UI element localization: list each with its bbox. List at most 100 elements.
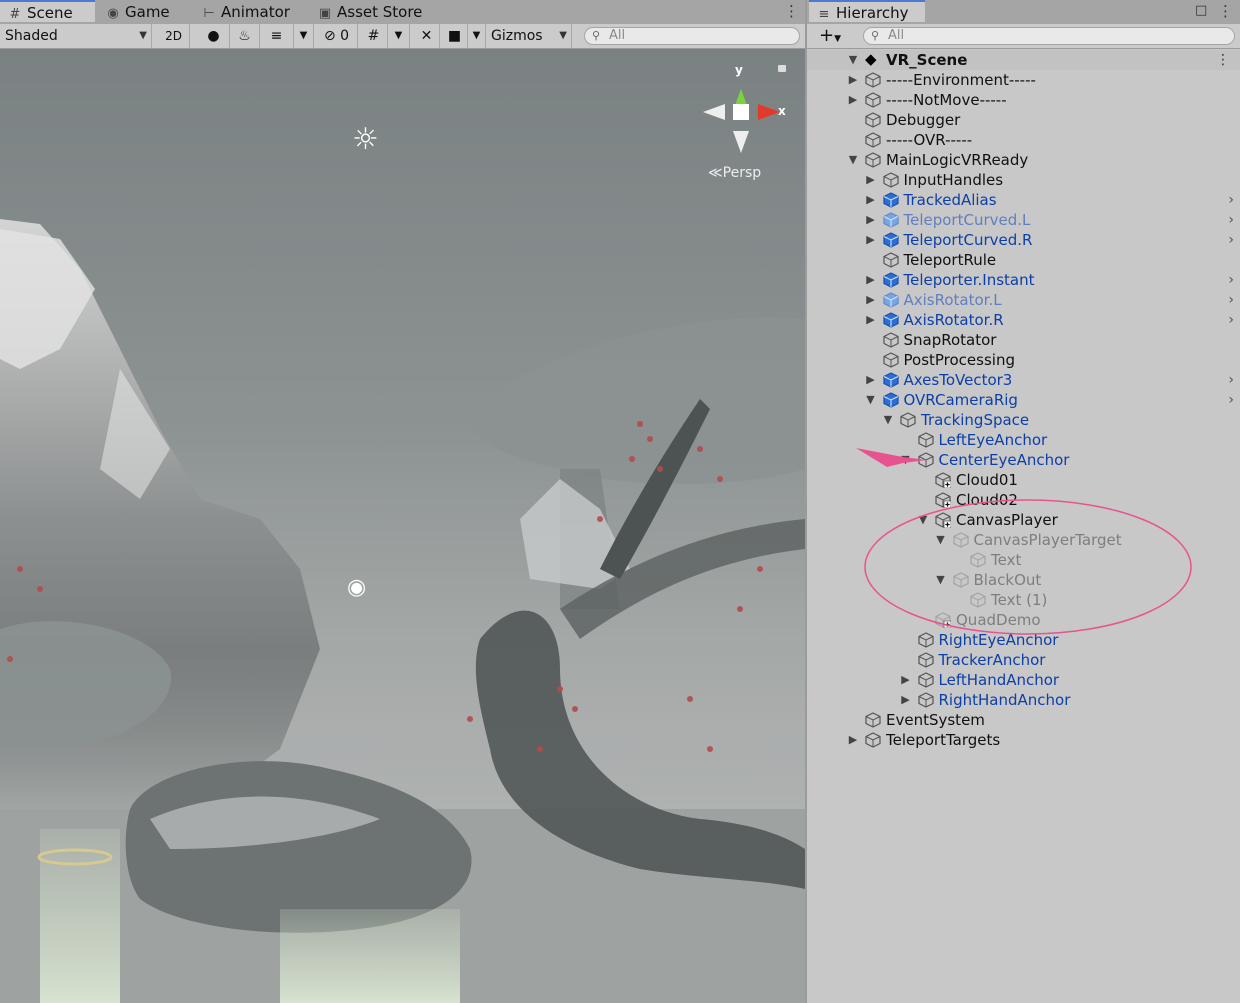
gizmo-lock-icon[interactable]: [778, 65, 786, 72]
collapse-arrow-icon[interactable]: ▶: [865, 370, 877, 390]
hierarchy-item[interactable]: TrackerAnchor: [807, 650, 1240, 670]
grid-dropdown-button[interactable]: ▼: [388, 24, 410, 48]
sun-icon[interactable]: ☼: [352, 122, 379, 157]
hierarchy-item[interactable]: Cloud01: [807, 470, 1240, 490]
hierarchy-item[interactable]: ▼ CanvasPlayerTarget: [807, 530, 1240, 550]
expand-arrow-icon[interactable]: ▼: [900, 450, 912, 470]
shading-mode-dropdown[interactable]: Shaded ▼: [0, 24, 152, 48]
hierarchy-item[interactable]: SnapRotator: [807, 330, 1240, 350]
collapse-arrow-icon[interactable]: ▶: [865, 210, 877, 230]
gizmos-dropdown[interactable]: Gizmos ▼: [488, 24, 572, 48]
hierarchy-item[interactable]: ▶ InputHandles: [807, 170, 1240, 190]
expand-arrow-icon[interactable]: ▼: [847, 150, 859, 170]
chevron-right-icon[interactable]: ›: [1228, 370, 1234, 390]
gizmo-y-label[interactable]: y: [735, 63, 743, 77]
hierarchy-item[interactable]: RightEyeAnchor: [807, 630, 1240, 650]
hierarchy-item[interactable]: TeleportRule: [807, 250, 1240, 270]
hierarchy-search-input[interactable]: ⚲ All: [863, 27, 1235, 45]
chevron-right-icon[interactable]: ›: [1228, 290, 1234, 310]
gameobject-cube-icon: [935, 612, 952, 629]
hierarchy-item[interactable]: ▶ AxisRotator.R ›: [807, 310, 1240, 330]
hierarchy-item[interactable]: ▶ AxisRotator.L ›: [807, 290, 1240, 310]
hierarchy-item[interactable]: ▼ CanvasPlayer: [807, 510, 1240, 530]
hierarchy-item[interactable]: ▶ TeleportCurved.R ›: [807, 230, 1240, 250]
scene-viewport[interactable]: y x ≪Persp ☼ ◉: [0, 49, 805, 1003]
create-button[interactable]: +▼: [811, 24, 849, 48]
chevron-right-icon[interactable]: ›: [1228, 390, 1234, 410]
tab-scene[interactable]: # Scene: [0, 0, 95, 22]
scene-search-input[interactable]: ⚲ All: [584, 27, 800, 45]
grid-toggle-button[interactable]: #: [360, 24, 388, 48]
collapse-arrow-icon[interactable]: ▶: [900, 670, 912, 690]
more-options-icon[interactable]: ⋮: [784, 2, 799, 20]
more-options-icon[interactable]: ⋮: [1216, 50, 1230, 70]
hierarchy-item[interactable]: ▶ TrackedAlias ›: [807, 190, 1240, 210]
tab-asset-store[interactable]: ▣ Asset Store: [316, 0, 423, 24]
collapse-arrow-icon[interactable]: ▶: [847, 90, 859, 110]
hierarchy-item[interactable]: Text: [807, 550, 1240, 570]
scene-visibility-toggle[interactable]: ⊘ 0: [316, 24, 358, 48]
hierarchy-item[interactable]: Cloud02: [807, 490, 1240, 510]
hierarchy-item[interactable]: ▶ -----NotMove-----: [807, 90, 1240, 110]
camera-icon[interactable]: ◉: [347, 575, 366, 600]
hierarchy-item[interactable]: EventSystem: [807, 710, 1240, 730]
collapse-arrow-icon[interactable]: ▶: [847, 70, 859, 90]
hierarchy-item[interactable]: ▶ LeftHandAnchor: [807, 670, 1240, 690]
effects-toggle-button[interactable]: ≡: [260, 24, 294, 48]
projection-toggle[interactable]: ≪Persp: [708, 165, 761, 181]
hierarchy-item[interactable]: LeftEyeAnchor: [807, 430, 1240, 450]
hierarchy-item[interactable]: PostProcessing: [807, 350, 1240, 370]
audio-toggle-button[interactable]: ♨: [230, 24, 260, 48]
hierarchy-item[interactable]: ▼ BlackOut: [807, 570, 1240, 590]
lighting-toggle-button[interactable]: ●: [198, 24, 230, 48]
chevron-right-icon[interactable]: ›: [1228, 190, 1234, 210]
camera-dropdown-button[interactable]: ▼: [468, 24, 486, 48]
more-options-icon[interactable]: ⋮: [1218, 2, 1233, 20]
hierarchy-item[interactable]: ▼ MainLogicVRReady: [807, 150, 1240, 170]
collapse-arrow-icon[interactable]: ▶: [865, 190, 877, 210]
collapse-arrow-icon[interactable]: ▶: [900, 690, 912, 710]
lock-icon[interactable]: □: [1195, 2, 1207, 20]
hierarchy-item[interactable]: -----OVR-----: [807, 130, 1240, 150]
hierarchy-item[interactable]: ▼ CenterEyeAnchor: [807, 450, 1240, 470]
expand-arrow-icon[interactable]: ▼: [847, 50, 859, 70]
hierarchy-item[interactable]: Debugger: [807, 110, 1240, 130]
collapse-arrow-icon[interactable]: ▶: [865, 170, 877, 190]
gizmo-x-label[interactable]: x: [778, 104, 786, 118]
collapse-arrow-icon[interactable]: ▶: [865, 230, 877, 250]
expand-arrow-icon[interactable]: ▼: [935, 570, 947, 590]
hierarchy-item[interactable]: ▶ Teleporter.Instant ›: [807, 270, 1240, 290]
2d-toggle-button[interactable]: 2D: [158, 24, 190, 48]
hierarchy-item[interactable]: ▶ AxesToVector3 ›: [807, 370, 1240, 390]
tools-toggle-button[interactable]: ✕: [414, 24, 440, 48]
collapse-arrow-icon[interactable]: ▶: [865, 310, 877, 330]
tab-hierarchy[interactable]: ≡ Hierarchy: [809, 0, 925, 22]
chevron-right-icon[interactable]: ›: [1228, 230, 1234, 250]
collapse-arrow-icon[interactable]: ▶: [865, 270, 877, 290]
scene-toolbar: Shaded ▼ 2D ● ♨ ≡ ▼ ⊘ 0 # ▼ ✕ ■ ▼ Gizmos…: [0, 24, 805, 49]
hierarchy-item[interactable]: ▶ TeleportCurved.L ›: [807, 210, 1240, 230]
hierarchy-item[interactable]: ▼ OVRCameraRig ›: [807, 390, 1240, 410]
expand-arrow-icon[interactable]: ▼: [917, 510, 929, 530]
2d-label: 2D: [165, 29, 182, 43]
tab-animator[interactable]: ⊢ Animator: [200, 0, 290, 24]
hierarchy-item[interactable]: Text (1): [807, 590, 1240, 610]
hierarchy-item[interactable]: ▼ TrackingSpace: [807, 410, 1240, 430]
expand-arrow-icon[interactable]: ▼: [882, 410, 894, 430]
expand-arrow-icon[interactable]: ▼: [865, 390, 877, 410]
chevron-right-icon[interactable]: ›: [1228, 210, 1234, 230]
collapse-arrow-icon[interactable]: ▶: [847, 730, 859, 750]
scene-row[interactable]: ▼ ◆ VR_Scene ⋮: [807, 50, 1240, 70]
hierarchy-item[interactable]: ▶ TeleportTargets: [807, 730, 1240, 750]
camera-settings-button[interactable]: ■: [442, 24, 468, 48]
expand-arrow-icon[interactable]: ▼: [935, 530, 947, 550]
hierarchy-item[interactable]: ▶ -----Environment-----: [807, 70, 1240, 90]
collapse-arrow-icon[interactable]: ▶: [865, 290, 877, 310]
hierarchy-item[interactable]: QuadDemo: [807, 610, 1240, 630]
tab-label: Scene: [27, 4, 73, 22]
chevron-right-icon[interactable]: ›: [1228, 310, 1234, 330]
tab-game[interactable]: ◉ Game: [104, 0, 169, 24]
hierarchy-item[interactable]: ▶ RightHandAnchor: [807, 690, 1240, 710]
effects-dropdown-button[interactable]: ▼: [294, 24, 314, 48]
chevron-right-icon[interactable]: ›: [1228, 270, 1234, 290]
